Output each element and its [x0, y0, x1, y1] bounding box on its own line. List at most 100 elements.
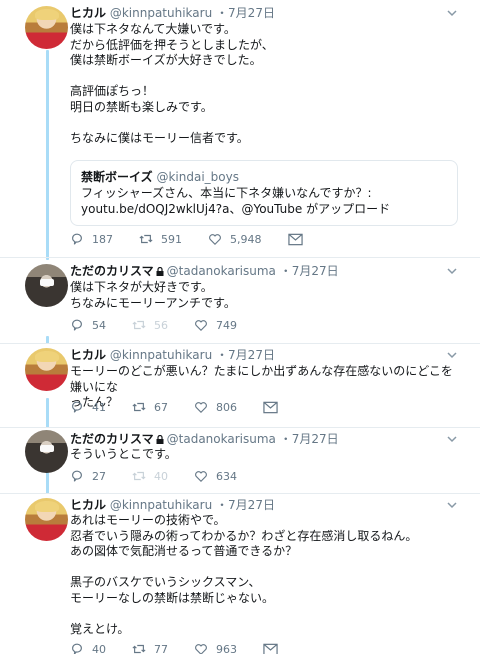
separator: ・: [216, 498, 229, 512]
like-count: 5,948: [230, 232, 262, 246]
tweet-date[interactable]: 7月27日: [228, 348, 275, 362]
chevron-down-icon[interactable]: [446, 7, 458, 19]
tweet-line: 僕は禁断ボーイズが大好きでした。: [70, 53, 262, 67]
tweet-line: 明日の禁断も楽しみです。: [70, 99, 213, 114]
direct-message-button[interactable]: [263, 401, 286, 414]
tweet-line: 忍者でいう隠みの術ってわかるか？わざと存在感消し取るねん。: [70, 528, 418, 543]
tweet[interactable]: ヒカル @kinnpatuhikaru ・7月27日 僕は下ネタなんて大嫌いです…: [0, 0, 480, 258]
user-name[interactable]: ただのカリスマ: [70, 264, 154, 278]
avatar[interactable]: [25, 430, 68, 473]
tweet-line: [70, 115, 460, 131]
like-button[interactable]: 634: [194, 469, 237, 483]
user-handle[interactable]: @kinnpatuhikaru: [110, 498, 212, 512]
tweet[interactable]: ヒカル @kinnpatuhikaru ・7月27日 あれはモーリーの技術やで。…: [0, 494, 480, 654]
retweet-count: 67: [154, 400, 168, 414]
user-name[interactable]: ヒカル: [70, 498, 106, 512]
user-name[interactable]: ヒカル: [70, 6, 106, 20]
tweet-line: [70, 69, 460, 85]
reply-button[interactable]: 54: [70, 318, 106, 332]
reply-count: 187: [92, 232, 113, 246]
reply-count: 54: [92, 318, 106, 332]
tweet-line: モーリーなしの禁断は禁断じゃない。: [70, 590, 275, 605]
like-button[interactable]: 5,948: [208, 232, 262, 246]
like-button[interactable]: 749: [194, 318, 237, 332]
user-handle[interactable]: @kinnpatuhikaru: [110, 6, 212, 20]
tweet-text: 僕は下ネタが大好きです。 ちなみにモーリーアンチです。: [70, 280, 460, 311]
user-handle[interactable]: @tadanokarisuma: [167, 264, 276, 278]
separator: ・: [279, 432, 292, 446]
tweet-line: 僕は下ネタなんて大嫌いです。: [70, 22, 236, 36]
tweet[interactable]: ただのカリスマ @tadanokarisuma ・7月27日 そういうとこです。 …: [0, 428, 480, 494]
tweet-date[interactable]: 7月27日: [292, 264, 339, 278]
reply-count: 27: [92, 469, 106, 483]
retweet-icon: [132, 320, 146, 330]
reply-button[interactable]: 187: [70, 232, 113, 246]
direct-message-button[interactable]: [287, 233, 311, 246]
retweet-icon: [132, 644, 146, 654]
tweet-line: あの図体で気配消せるって普通できるか？: [70, 544, 298, 558]
reply-button[interactable]: 40: [70, 642, 106, 654]
quoted-user-name: 禁断ボーイズ: [81, 170, 153, 184]
tweet-header: ただのカリスマ @tadanokarisuma ・7月27日: [70, 431, 339, 447]
quoted-tweet[interactable]: 禁断ボーイズ @kindai_boys フィッシャーズさん、本当に下ネタ嫌いなん…: [70, 160, 458, 226]
reply-button[interactable]: 41: [70, 400, 106, 414]
user-name[interactable]: ただのカリスマ: [70, 432, 154, 446]
tweet-header: ヒカル @kinnpatuhikaru ・7月27日: [70, 5, 275, 21]
tweet-line: ちなみにモーリーアンチです。: [70, 295, 236, 310]
avatar[interactable]: [25, 348, 68, 391]
retweet-icon: [132, 471, 146, 481]
retweet-icon: [132, 402, 146, 412]
reply-button[interactable]: 27: [70, 469, 106, 483]
chevron-down-icon[interactable]: [446, 499, 458, 511]
lock-icon: [156, 267, 164, 276]
chevron-down-icon[interactable]: [446, 265, 458, 277]
reply-icon: [72, 470, 82, 482]
tweet-text: あれはモーリーの技術やで。 忍者でいう隠みの術ってわかるか？わざと存在感消し取る…: [70, 513, 460, 637]
like-button[interactable]: 963: [194, 642, 237, 654]
reply-count: 40: [92, 642, 106, 654]
retweet-button[interactable]: 591: [139, 232, 182, 246]
tweet-line: 黒子のバスケでいうシックスマン、: [70, 575, 261, 589]
separator: ・: [279, 264, 292, 278]
heart-icon: [195, 402, 207, 414]
retweet-icon: [139, 234, 153, 244]
user-handle[interactable]: @kinnpatuhikaru: [110, 348, 212, 362]
tweet[interactable]: ただのカリスマ @tadanokarisuma ・7月27日 僕は下ネタが大好きで…: [0, 258, 480, 344]
retweet-button[interactable]: 56: [132, 318, 168, 332]
envelope-icon: [287, 233, 303, 245]
like-count: 634: [216, 469, 237, 483]
user-handle[interactable]: @tadanokarisuma: [167, 432, 276, 446]
tweet-text: 僕は下ネタなんて大嫌いです。 だから低評価を押そうとしましたが、 僕は禁断ボーイ…: [70, 22, 460, 146]
like-button[interactable]: 806: [194, 400, 237, 414]
tweet-line: 覚えとけ。: [70, 621, 130, 636]
reply-icon: [72, 643, 82, 654]
tweet-date[interactable]: 7月27日: [228, 498, 275, 512]
like-count: 963: [216, 642, 237, 654]
tweet-actions: 40 77 963: [70, 642, 312, 654]
heart-icon: [195, 320, 207, 332]
tweet[interactable]: ヒカル @kinnpatuhikaru ・7月27日 モーリーのどこが悪いん？た…: [0, 344, 480, 428]
tweet-date[interactable]: 7月27日: [292, 432, 339, 446]
retweet-button[interactable]: 67: [132, 400, 168, 414]
direct-message-button[interactable]: [263, 643, 286, 654]
tweet-line: あれはモーリーの技術やで。: [70, 513, 226, 527]
avatar[interactable]: [25, 498, 68, 541]
user-name[interactable]: ヒカル: [70, 348, 106, 362]
tweet-line: モーリーのどこが悪いん？たまにしか出ずあんな存在感ないのにどこを嫌いにな: [70, 364, 453, 394]
tweet-actions: 187 591 5,948: [70, 232, 337, 246]
tweet-header: ただのカリスマ @tadanokarisuma ・7月27日: [70, 263, 339, 279]
avatar[interactable]: [25, 264, 68, 307]
retweet-count: 77: [154, 642, 168, 654]
envelope-icon: [263, 643, 278, 654]
retweet-button[interactable]: 40: [132, 469, 168, 483]
retweet-count: 591: [161, 232, 182, 246]
avatar[interactable]: [25, 6, 68, 49]
quoted-user-handle: @kindai_boys: [156, 170, 239, 184]
tweet-date[interactable]: 7月27日: [228, 6, 275, 20]
chevron-down-icon[interactable]: [446, 433, 458, 445]
chevron-down-icon[interactable]: [446, 349, 458, 361]
reply-count: 41: [92, 400, 106, 414]
retweet-button[interactable]: 77: [132, 642, 168, 654]
tweet-line: そういうとこです。: [70, 447, 177, 461]
tweet-header: ヒカル @kinnpatuhikaru ・7月27日: [70, 497, 275, 513]
